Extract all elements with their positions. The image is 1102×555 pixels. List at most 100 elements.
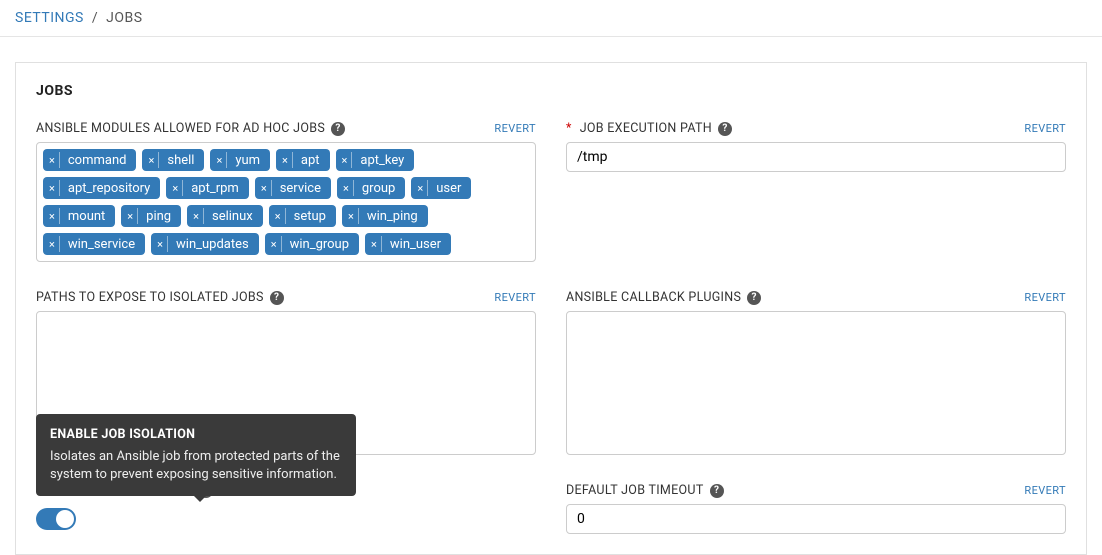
label-callback-plugins: ANSIBLE CALLBACK PLUGINS ? bbox=[566, 290, 761, 305]
label-text: ANSIBLE CALLBACK PLUGINS bbox=[566, 290, 741, 305]
breadcrumb-current: JOBS bbox=[106, 10, 142, 26]
tag-remove-icon[interactable]: × bbox=[282, 152, 293, 168]
module-tag[interactable]: × mount bbox=[43, 205, 115, 227]
tag-remove-icon[interactable]: × bbox=[275, 208, 286, 224]
tag-label: ping bbox=[146, 209, 171, 224]
label-text: ANSIBLE MODULES ALLOWED FOR AD HOC JOBS bbox=[36, 121, 325, 136]
tag-remove-icon[interactable]: × bbox=[49, 236, 60, 252]
module-tag[interactable]: × command bbox=[43, 149, 136, 171]
revert-button[interactable]: REVERT bbox=[1024, 484, 1066, 497]
module-tag[interactable]: × user bbox=[411, 177, 471, 199]
module-tag[interactable]: × service bbox=[255, 177, 331, 199]
tag-remove-icon[interactable]: × bbox=[127, 208, 138, 224]
tag-remove-icon[interactable]: × bbox=[348, 208, 359, 224]
tag-label: service bbox=[280, 181, 321, 196]
field-enable-isolation: ENABLE JOB ISOLATION Isolates an Ansible… bbox=[36, 483, 536, 534]
label-default-timeout: DEFAULT JOB TIMEOUT ? bbox=[566, 483, 724, 498]
tag-remove-icon[interactable]: × bbox=[49, 180, 60, 196]
tag-remove-icon[interactable]: × bbox=[49, 152, 60, 168]
revert-button[interactable]: REVERT bbox=[494, 291, 536, 304]
tag-label: user bbox=[436, 181, 461, 196]
help-icon[interactable]: ? bbox=[270, 291, 284, 305]
tag-label: win_user bbox=[390, 237, 441, 252]
tag-label: win_updates bbox=[176, 237, 249, 252]
module-tag[interactable]: × win_group bbox=[265, 233, 359, 255]
breadcrumb: SETTINGS / JOBS bbox=[0, 0, 1102, 37]
tag-remove-icon[interactable]: × bbox=[343, 180, 354, 196]
tag-label: win_service bbox=[68, 237, 135, 252]
tag-label: yum bbox=[235, 153, 260, 168]
label-row: DEFAULT JOB TIMEOUT ? REVERT bbox=[566, 483, 1066, 498]
tag-remove-icon[interactable]: × bbox=[271, 236, 282, 252]
tooltip-title: ENABLE JOB ISOLATION bbox=[50, 426, 342, 444]
tag-label: shell bbox=[167, 153, 194, 168]
label-row: PATHS TO EXPOSE TO ISOLATED JOBS ? REVER… bbox=[36, 290, 536, 305]
tag-remove-icon[interactable]: × bbox=[49, 208, 60, 224]
tag-remove-icon[interactable]: × bbox=[216, 152, 227, 168]
module-tag[interactable]: × apt_key bbox=[336, 149, 415, 171]
tag-label: setup bbox=[294, 209, 326, 224]
label-text: PATHS TO EXPOSE TO ISOLATED JOBS bbox=[36, 290, 264, 305]
form-grid: ANSIBLE MODULES ALLOWED FOR AD HOC JOBS … bbox=[36, 121, 1066, 534]
module-tag[interactable]: × apt_rpm bbox=[166, 177, 248, 199]
module-tag[interactable]: × setup bbox=[269, 205, 336, 227]
module-tag[interactable]: × apt bbox=[276, 149, 330, 171]
module-tag[interactable]: × win_user bbox=[365, 233, 451, 255]
tooltip-enable-isolation: ENABLE JOB ISOLATION Isolates an Ansible… bbox=[36, 414, 356, 496]
help-icon[interactable]: ? bbox=[718, 122, 732, 136]
module-tag[interactable]: × win_service bbox=[43, 233, 145, 255]
label-job-execution-path: * JOB EXECUTION PATH ? bbox=[566, 121, 732, 136]
label-row: * JOB EXECUTION PATH ? REVERT bbox=[566, 121, 1066, 136]
tag-remove-icon[interactable]: × bbox=[261, 180, 272, 196]
toggle-knob bbox=[56, 510, 74, 528]
tag-label: group bbox=[362, 181, 395, 196]
field-job-execution-path: * JOB EXECUTION PATH ? REVERT bbox=[566, 121, 1066, 262]
module-tag[interactable]: × group bbox=[337, 177, 405, 199]
tag-label: mount bbox=[68, 209, 105, 224]
tag-remove-icon[interactable]: × bbox=[157, 236, 168, 252]
revert-button[interactable]: REVERT bbox=[1024, 291, 1066, 304]
help-icon[interactable]: ? bbox=[747, 291, 761, 305]
module-tag[interactable]: × win_updates bbox=[151, 233, 259, 255]
label-row: ANSIBLE CALLBACK PLUGINS ? REVERT bbox=[566, 290, 1066, 305]
breadcrumb-parent-link[interactable]: SETTINGS bbox=[15, 10, 84, 26]
label-row: ANSIBLE MODULES ALLOWED FOR AD HOC JOBS … bbox=[36, 121, 536, 136]
module-tag[interactable]: × shell bbox=[142, 149, 204, 171]
label-ad-hoc-modules: ANSIBLE MODULES ALLOWED FOR AD HOC JOBS … bbox=[36, 121, 345, 136]
tag-label: command bbox=[68, 153, 127, 168]
help-icon[interactable]: ? bbox=[710, 484, 724, 498]
callback-plugins-input[interactable] bbox=[566, 311, 1066, 455]
default-timeout-input[interactable] bbox=[566, 504, 1066, 534]
tag-remove-icon[interactable]: × bbox=[193, 208, 204, 224]
modules-tag-input[interactable]: ×command×shell×yum×apt×apt_key×apt_repos… bbox=[36, 142, 536, 262]
job-execution-path-input[interactable] bbox=[566, 142, 1066, 172]
module-tag[interactable]: × apt_repository bbox=[43, 177, 160, 199]
revert-button[interactable]: REVERT bbox=[1024, 122, 1066, 135]
label-text: DEFAULT JOB TIMEOUT bbox=[566, 483, 704, 498]
tag-remove-icon[interactable]: × bbox=[172, 180, 183, 196]
tag-label: apt_key bbox=[360, 153, 404, 168]
tag-label: apt_rpm bbox=[191, 181, 239, 196]
breadcrumb-sep: / bbox=[92, 10, 98, 26]
module-tag[interactable]: ×selinux bbox=[187, 205, 263, 227]
tag-remove-icon[interactable]: × bbox=[371, 236, 382, 252]
field-default-timeout: DEFAULT JOB TIMEOUT ? REVERT bbox=[566, 483, 1066, 534]
field-ad-hoc-modules: ANSIBLE MODULES ALLOWED FOR AD HOC JOBS … bbox=[36, 121, 536, 262]
module-tag[interactable]: × yum bbox=[210, 149, 270, 171]
label-paths-expose: PATHS TO EXPOSE TO ISOLATED JOBS ? bbox=[36, 290, 284, 305]
module-tag[interactable]: × ping bbox=[121, 205, 181, 227]
tag-label: win_group bbox=[290, 237, 349, 252]
field-callback-plugins: ANSIBLE CALLBACK PLUGINS ? REVERT bbox=[566, 290, 1066, 455]
tag-remove-icon[interactable]: × bbox=[342, 152, 353, 168]
tag-label: win_ping bbox=[367, 209, 418, 224]
module-tag[interactable]: × win_ping bbox=[342, 205, 428, 227]
required-marker: * bbox=[566, 121, 572, 136]
tag-label: apt bbox=[301, 153, 320, 168]
help-icon[interactable]: ? bbox=[331, 122, 345, 136]
tag-remove-icon[interactable]: × bbox=[148, 152, 159, 168]
revert-button[interactable]: REVERT bbox=[494, 122, 536, 135]
jobs-panel: JOBS ANSIBLE MODULES ALLOWED FOR AD HOC … bbox=[15, 62, 1087, 555]
tag-remove-icon[interactable]: × bbox=[417, 180, 428, 196]
tag-label: apt_repository bbox=[68, 181, 150, 196]
enable-isolation-toggle[interactable] bbox=[36, 508, 76, 530]
